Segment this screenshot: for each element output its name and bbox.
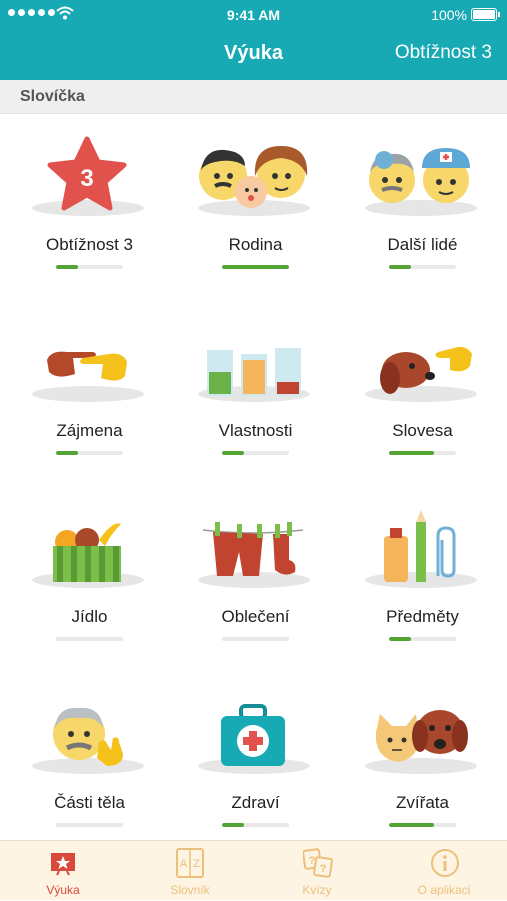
difficulty-button[interactable]: Obtížnost 3 [395,42,492,64]
tab-bar: Výuka A Z Slovník ? ? Kvízy O aplikaci [0,840,507,900]
progress-fill [56,265,79,269]
category-label: Zdraví [231,793,280,812]
star-badge: 3 [80,165,93,192]
tab-kvizy[interactable]: ? ? Kvízy [254,841,380,901]
star-icon: 3 [47,136,127,211]
progress-bar [56,823,123,827]
food-basket-icon [53,523,121,582]
tab-label: Kvízy [302,883,332,897]
status-bar: 9:41 AM 100% [0,0,507,30]
progress-fill [389,265,412,269]
battery-icon [471,8,500,21]
category-zajmena[interactable]: Zájmena [0,300,169,486]
progress-fill [222,451,245,455]
progress-fill [222,823,245,827]
first-aid-kit-icon [221,704,285,766]
progress-bar [389,637,456,641]
category-label: Zvířata [396,793,449,812]
category-label: Zájmena [56,421,123,440]
category-label: Předměty [386,607,459,626]
progress-bar [222,823,289,827]
category-zdravi[interactable]: Zdraví [166,672,335,858]
tab-label: Výuka [46,883,80,897]
category-label: Rodina [228,235,283,254]
objects-icon [384,510,456,582]
category-grid: 3 Obtížnost 3 Rodina Další lidé Zájmena … [0,114,507,840]
cat-dog-icon [375,710,468,762]
clothesline-icon [202,522,304,576]
info-icon [431,849,459,877]
category-label: Slovesa [392,421,453,440]
glasses-icon [207,348,301,396]
people-icon [369,148,470,203]
category-label: Části těla [54,793,125,812]
progress-fill [56,451,79,455]
dog-hand-icon [380,346,472,394]
category-label: Obtížnost 3 [46,235,133,254]
tab-slovnik[interactable]: A Z Slovník [127,841,253,901]
category-zvirata[interactable]: Zvířata [333,672,502,858]
tab-label: O aplikaci [417,883,471,897]
category-obtiznost-3[interactable]: 3 Obtížnost 3 [0,114,169,300]
category-vlastnosti[interactable]: Vlastnosti [166,300,335,486]
battery-percent: 100% [431,7,467,23]
dictionary-icon: A Z [176,848,204,878]
tab-vyuka[interactable]: Výuka [0,841,126,901]
category-slovesa[interactable]: Slovesa [333,300,502,486]
section-header: Slovíčka [0,80,507,114]
svg-text:?: ? [320,863,327,875]
progress-bar [389,451,456,455]
category-label: Jídlo [71,607,108,626]
category-label: Oblečení [221,607,290,626]
svg-text:A: A [180,858,188,870]
svg-text:?: ? [309,855,316,867]
category-casti-tela[interactable]: Části těla [0,672,169,858]
face-touch-icon [53,707,123,766]
progress-bar [56,265,123,269]
progress-bar [222,637,289,641]
progress-bar [56,451,123,455]
category-obleceni[interactable]: Oblečení [166,486,335,672]
category-rodina[interactable]: Rodina [166,114,335,300]
category-predmety[interactable]: Předměty [333,486,502,672]
category-label: Další lidé [387,235,458,254]
progress-bar [56,637,123,641]
tab-label: Slovník [170,883,210,897]
navbar: Výuka Obtížnost 3 [0,30,507,80]
progress-fill [389,823,434,827]
category-label: Vlastnosti [218,421,293,440]
category-dalsi-lide[interactable]: Další lidé [333,114,502,300]
progress-fill [389,637,412,641]
family-icon [199,146,308,208]
pointing-hands-icon [47,351,127,381]
section-title: Slovíčka [20,88,85,105]
progress-fill [222,265,289,269]
progress-bar [222,265,289,269]
svg-text:Z: Z [193,858,200,870]
progress-bar [222,451,289,455]
board-icon [51,853,75,876]
progress-fill [389,451,434,455]
category-jidlo[interactable]: Jídlo [0,486,169,672]
progress-bar [389,823,456,827]
tab-o-aplikaci[interactable]: O aplikaci [381,841,507,901]
quiz-icon: ? ? [303,848,333,878]
progress-bar [389,265,456,269]
